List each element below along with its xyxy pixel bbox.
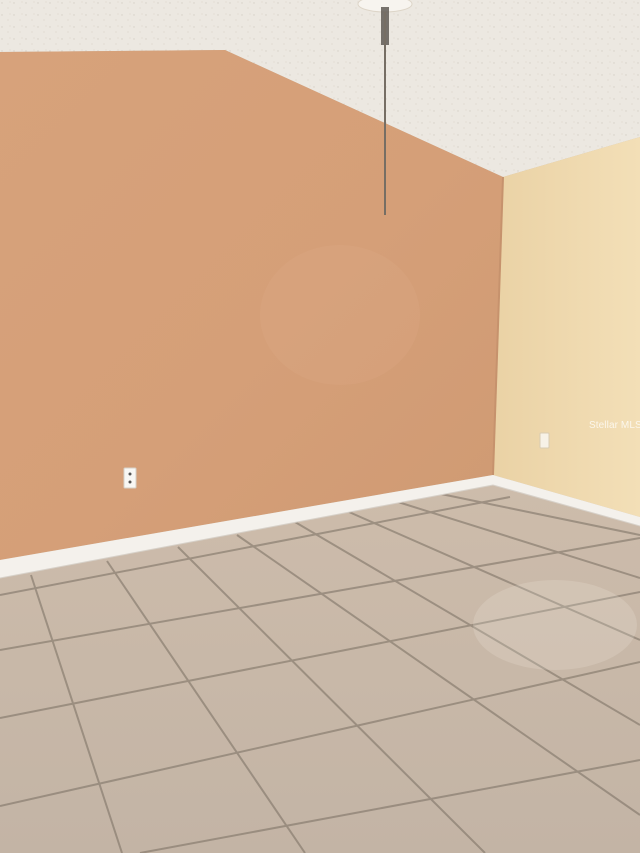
watermark: Stellar MLS <box>589 420 640 431</box>
side-wall-outlet <box>539 432 550 449</box>
room-photo: Stellar MLS <box>0 0 640 853</box>
room-drawing <box>0 0 640 853</box>
side-wall <box>493 137 640 517</box>
wall-outlet <box>123 467 137 489</box>
